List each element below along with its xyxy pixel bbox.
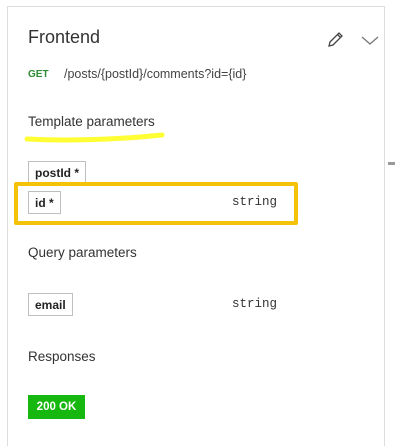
response-status-badge[interactable]: 200 OK (28, 395, 85, 419)
template-parameters-heading: Template parameters (28, 114, 155, 129)
chevron-down-icon[interactable] (359, 29, 381, 51)
param-email-type: string (232, 297, 278, 311)
operation-path: /posts/{postId}/comments?id={id} (64, 67, 247, 81)
param-postid[interactable]: postId * (28, 161, 86, 184)
pencil-icon[interactable] (325, 29, 347, 51)
scroll-indicator (388, 162, 395, 165)
http-method: GET (28, 69, 49, 80)
responses-heading: Responses (28, 349, 96, 364)
header-actions (325, 29, 381, 51)
yellow-highlight-box (14, 182, 298, 225)
query-parameters-heading: Query parameters (28, 245, 137, 260)
frontend-title: Frontend (28, 27, 101, 47)
yellow-annotation-underline (24, 132, 165, 143)
param-email[interactable]: email (28, 293, 73, 316)
